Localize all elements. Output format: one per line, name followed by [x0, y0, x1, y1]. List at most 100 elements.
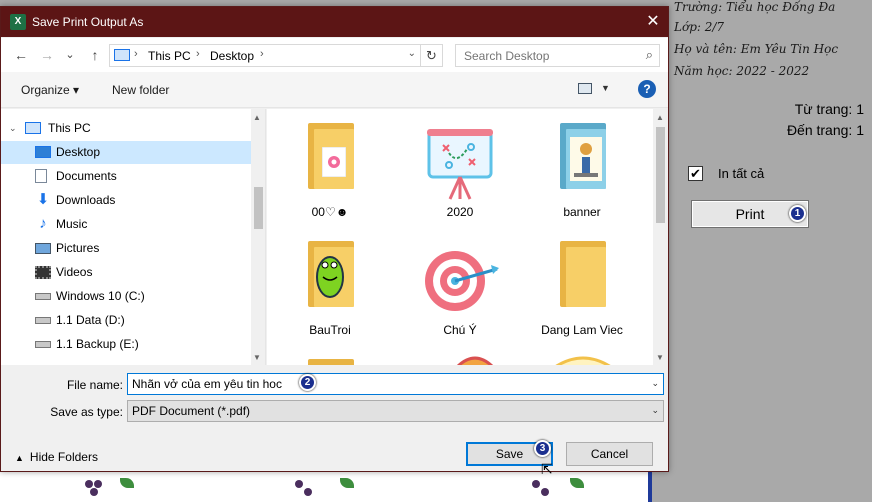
pane-divider	[1, 365, 668, 371]
sidebar-item-music[interactable]: ♪ Music	[1, 213, 251, 236]
up-arrow-icon[interactable]: ↑	[85, 46, 105, 64]
scroll-down-icon[interactable]: ▼	[656, 353, 664, 362]
file-name: Chú Ý	[443, 323, 477, 337]
excel-app-icon: X	[10, 14, 26, 30]
expand-chevron-icon[interactable]: ⌄	[9, 123, 17, 134]
scrollbar-thumb[interactable]	[656, 127, 665, 223]
grape-decoration	[90, 488, 98, 496]
close-icon[interactable]: ✕	[638, 7, 668, 37]
recent-locations-chevron-icon[interactable]: ⌄	[63, 46, 77, 64]
step-badge-2: 2	[299, 374, 316, 391]
chevron-down-icon[interactable]: ⌄	[651, 405, 659, 416]
sidebar-item-pictures[interactable]: Pictures	[1, 237, 251, 260]
hide-folders-button[interactable]: ▲ Hide Folders	[15, 450, 98, 464]
file-name-value: Nhãn vở của em yêu tin hoc	[132, 377, 282, 391]
file-tile-bautroi[interactable]: BauTroi	[275, 227, 385, 339]
scrollbar-thumb[interactable]	[254, 187, 263, 229]
file-tile-partial[interactable]	[417, 345, 527, 365]
file-name-row: File name: Nhãn vở của em yêu tin hoc ⌄	[1, 373, 668, 397]
navigation-pane-scrollbar[interactable]: ▲ ▼	[251, 109, 265, 365]
address-bar[interactable]: › This PC › Desktop › ⌄ ↻	[109, 44, 443, 67]
dialog-title: Save Print Output As	[32, 15, 144, 29]
sidebar-item-documents[interactable]: Documents	[1, 165, 251, 188]
this-pc-icon	[114, 49, 130, 61]
desktop-icon	[35, 146, 51, 158]
file-tile-banner[interactable]: banner	[527, 109, 637, 221]
range-to-label: Đến trang: 1	[786, 122, 864, 138]
step-badge-1: 1	[789, 205, 806, 222]
new-folder-button[interactable]: New folder	[112, 83, 169, 97]
computer-icon	[25, 122, 41, 134]
print-all-checkbox[interactable]: ✔	[688, 166, 703, 181]
breadcrumb-separator-icon[interactable]: ›	[196, 48, 200, 60]
file-name-input[interactable]: Nhãn vở của em yêu tin hoc ⌄	[127, 373, 664, 395]
address-dropdown-icon[interactable]: ⌄	[408, 48, 416, 59]
sidebar-item-videos[interactable]: Videos	[1, 261, 251, 284]
sidebar-item-label: Pictures	[56, 241, 100, 255]
file-tile-2020[interactable]: 2020	[405, 109, 515, 221]
scroll-up-icon[interactable]: ▲	[253, 113, 261, 122]
sidebar-item-label: 1.1 Data (D:)	[56, 313, 125, 327]
scroll-down-icon[interactable]: ▼	[253, 353, 261, 362]
sidebar-item-label: Music	[56, 217, 88, 231]
grape-decoration	[541, 488, 549, 496]
hide-folders-label: Hide Folders	[29, 450, 98, 464]
file-name-label: File name:	[66, 378, 123, 392]
forward-arrow-icon[interactable]: →	[37, 46, 57, 64]
sidebar-item-windows-c[interactable]: Windows 10 (C:)	[1, 285, 251, 308]
breadcrumb-separator-icon[interactable]: ›	[134, 48, 138, 60]
save-type-select[interactable]: PDF Document (*.pdf) ⌄	[127, 400, 664, 422]
sidebar-item-backup-e[interactable]: 1.1 Backup (E:)	[1, 333, 251, 356]
image-file-icon	[457, 356, 493, 365]
file-tile-partial[interactable]	[275, 345, 385, 365]
school-label: Trường: Tiểu học Đống Đa	[674, 0, 836, 14]
search-input[interactable]	[456, 45, 631, 66]
file-tile-00[interactable]: 00♡☻	[275, 109, 385, 221]
folder-icon	[308, 123, 354, 189]
scroll-up-icon[interactable]: ▲	[656, 113, 664, 122]
navigation-pane: ⌄ This PC Desktop Documents ⬇ Downloads …	[1, 109, 266, 365]
breadcrumb-this-pc[interactable]: This PC	[148, 49, 191, 63]
videos-icon	[35, 266, 51, 279]
search-icon[interactable]: ⌕	[646, 47, 653, 63]
refresh-icon[interactable]: ↻	[420, 45, 442, 66]
sidebar-item-this-pc[interactable]: ⌄ This PC	[1, 117, 251, 140]
help-icon[interactable]: ?	[638, 80, 656, 98]
folder-icon	[560, 123, 606, 189]
file-tile-partial[interactable]	[527, 345, 637, 365]
navigation-bar: ← → ⌄ ↑ › This PC › Desktop › ⌄ ↻ ⌕	[1, 38, 668, 72]
file-list-scrollbar[interactable]: ▲ ▼	[653, 109, 668, 365]
organize-button[interactable]: Organize ▾	[21, 83, 79, 97]
dialog-titlebar[interactable]: X Save Print Output As ✕	[1, 7, 668, 37]
school-year-label: Năm học: 2022 - 2022	[674, 64, 810, 78]
file-tile-chu-y[interactable]: Chú Ý	[405, 227, 515, 339]
file-name: 2020	[446, 205, 474, 219]
target-icon	[425, 251, 499, 311]
sidebar-item-data-d[interactable]: 1.1 Data (D:)	[1, 309, 251, 332]
chevron-up-icon: ▲	[15, 453, 24, 463]
sidebar-item-label: Windows 10 (C:)	[56, 289, 145, 303]
folder-icon	[560, 241, 606, 307]
sidebar-item-label: 1.1 Backup (E:)	[56, 337, 139, 351]
sidebar-item-desktop[interactable]: Desktop	[1, 141, 251, 164]
image-file-icon	[555, 356, 611, 365]
search-box[interactable]: ⌕	[455, 44, 660, 67]
cancel-button[interactable]: Cancel	[566, 442, 653, 466]
presentation-icon	[427, 129, 493, 200]
pictures-icon	[35, 243, 51, 254]
grape-decoration	[85, 480, 93, 488]
breadcrumb-separator-icon[interactable]: ›	[260, 48, 264, 60]
music-icon: ♪	[39, 215, 47, 232]
sidebar-item-downloads[interactable]: ⬇ Downloads	[1, 189, 251, 212]
chevron-down-icon[interactable]: ⌄	[651, 378, 659, 389]
back-arrow-icon[interactable]: ←	[11, 46, 31, 64]
page-edge-line	[648, 470, 652, 502]
save-print-output-dialog: X Save Print Output As ✕ ← → ⌄ ↑ › This …	[0, 6, 669, 477]
view-dropdown-icon[interactable]: ▼	[601, 83, 610, 93]
sidebar-item-label: Downloads	[56, 193, 116, 207]
file-name: banner	[563, 205, 601, 219]
breadcrumb-desktop[interactable]: Desktop	[210, 49, 254, 63]
file-tile-dang-lam-viec[interactable]: Dang Lam Viec	[527, 227, 637, 339]
file-name: 00♡☻	[311, 205, 349, 219]
view-options-icon[interactable]	[578, 83, 592, 94]
